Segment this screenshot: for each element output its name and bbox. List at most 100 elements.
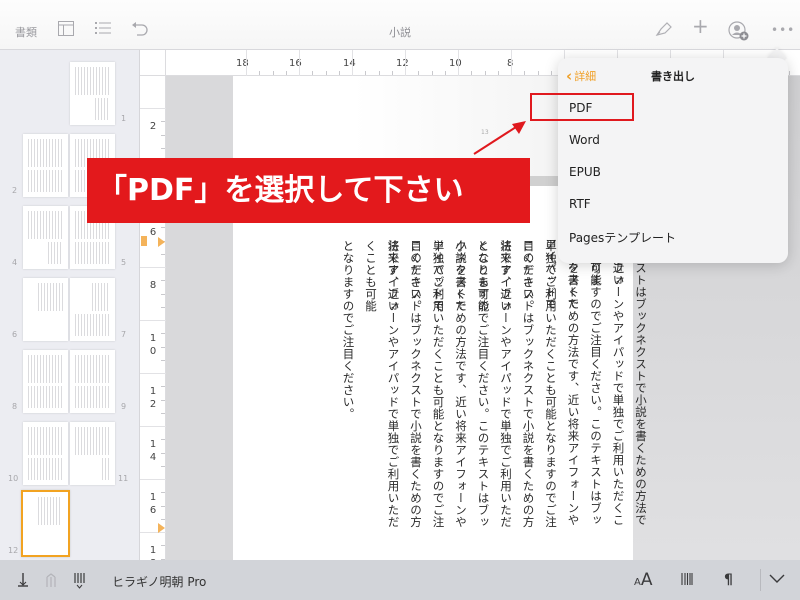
ruler-label: 14 xyxy=(343,58,356,69)
ruler-major-tick xyxy=(458,50,459,76)
document-title: 小説 xyxy=(389,26,411,39)
ruler-minor-tick xyxy=(161,121,165,123)
ruler-minor-tick xyxy=(161,147,165,149)
page-thumbnail-12-selected[interactable] xyxy=(21,490,70,557)
ruler-minor-tick xyxy=(378,71,380,75)
ruler-major-tick xyxy=(246,50,247,76)
bottom-toolbar: ヒラギノ明朝 Pro AA ¶ xyxy=(0,560,800,600)
text-column: となりますのでご注目ください。 xyxy=(341,240,356,420)
ruler-minor-tick xyxy=(312,71,314,75)
paragraph-icon[interactable]: ¶ xyxy=(724,572,733,588)
ruler-minor-tick xyxy=(365,71,367,75)
ruler-minor-tick xyxy=(161,545,165,547)
ruler-minor-tick xyxy=(161,505,165,507)
text-column: 将来アイフォーンやアイパッドで単独でご利用いただくことも可能 xyxy=(364,240,401,528)
ruler-minor-tick xyxy=(259,71,261,75)
page-thumbnail-1[interactable] xyxy=(70,62,115,125)
sidebar-icon[interactable] xyxy=(58,21,74,39)
text-direction-icon[interactable] xyxy=(73,572,85,594)
ruler-minor-tick xyxy=(550,71,552,75)
ruler-label: 12 xyxy=(396,58,409,69)
hide-keyboard-icon[interactable] xyxy=(769,572,785,588)
export-popover: ‹ 詳細 書き出し PDF Word EPUB RTF Pagesテンプレート xyxy=(558,58,788,263)
page-thumbnail-6[interactable] xyxy=(23,278,68,341)
page-number: 5 xyxy=(121,258,127,267)
ruler-minor-tick xyxy=(537,71,539,75)
margin-marker[interactable] xyxy=(141,236,147,246)
export-option-rtf[interactable]: RTF xyxy=(569,197,591,211)
ruler-minor-tick xyxy=(325,71,327,75)
ruler-major-tick xyxy=(140,373,166,374)
collaborate-icon[interactable] xyxy=(728,21,750,44)
ruler-minor-tick xyxy=(161,293,165,295)
vertical-ruler[interactable]: 2 4 6 8 10 12 14 16 18 xyxy=(140,76,166,573)
export-option-word[interactable]: Word xyxy=(569,133,600,147)
ruler-minor-tick xyxy=(161,412,165,414)
page-thumbnail-9[interactable] xyxy=(70,350,115,413)
page-number: 4 xyxy=(12,258,18,267)
ruler-minor-tick xyxy=(161,518,165,520)
ruler-minor-tick xyxy=(418,71,420,75)
vertical-lines-icon[interactable] xyxy=(681,572,693,590)
ruler-major-tick xyxy=(140,320,166,321)
undo-icon[interactable] xyxy=(131,21,148,39)
indent-marker[interactable] xyxy=(158,237,165,247)
ruler-minor-tick xyxy=(161,333,165,335)
page-thumbnail-10[interactable] xyxy=(23,422,68,485)
page-number: 6 xyxy=(12,330,18,339)
ruler-minor-tick xyxy=(161,452,165,454)
ruler-minor-tick xyxy=(161,465,165,467)
ruler-minor-tick xyxy=(161,386,165,388)
ruler-minor-tick xyxy=(161,439,165,441)
ruler-minor-tick xyxy=(471,71,473,75)
page-thumbnail-11[interactable] xyxy=(70,422,115,485)
page-header-bar xyxy=(528,176,558,186)
page-number: 7 xyxy=(121,330,127,339)
column-icon[interactable] xyxy=(45,572,57,592)
insert-icon[interactable] xyxy=(17,572,29,592)
documents-button[interactable]: 書類 xyxy=(15,24,37,40)
ruler-major-tick xyxy=(140,426,166,427)
list-icon[interactable] xyxy=(95,21,111,38)
ruler-minor-tick xyxy=(161,227,165,229)
export-option-pages-template[interactable]: Pagesテンプレート xyxy=(569,229,676,246)
ruler-major-tick xyxy=(352,50,353,76)
font-size-icon[interactable]: AA xyxy=(634,570,652,590)
format-brush-icon[interactable] xyxy=(655,21,673,40)
page-thumbnail-sidebar[interactable]: 1 2 3 4 5 6 7 8 9 10 11 12 xyxy=(0,50,140,560)
ruler-minor-tick xyxy=(272,71,274,75)
page-number: 8 xyxy=(12,402,18,411)
page-thumbnail-7[interactable] xyxy=(70,278,115,341)
ruler-major-tick xyxy=(405,50,406,76)
page-thumbnail-8[interactable] xyxy=(23,350,68,413)
ruler-minor-tick xyxy=(444,71,446,75)
ruler-major-tick xyxy=(140,108,166,109)
ruler-label: 10 xyxy=(149,333,157,357)
ruler-minor-tick xyxy=(338,71,340,75)
page-number: 9 xyxy=(121,402,127,411)
page-thumbnail-2[interactable] xyxy=(23,134,68,197)
ruler-major-tick xyxy=(140,479,166,480)
ruler-minor-tick xyxy=(161,280,165,282)
export-option-epub[interactable]: EPUB xyxy=(569,165,601,179)
ruler-minor-tick xyxy=(161,346,165,348)
ruler-minor-tick xyxy=(161,306,165,308)
toolbar-divider xyxy=(760,569,761,591)
ruler-minor-tick xyxy=(161,134,165,136)
ruler-minor-tick xyxy=(161,253,165,255)
more-icon[interactable]: ••• xyxy=(771,22,795,38)
page-number: 10 xyxy=(8,474,19,483)
page-number: 12 xyxy=(8,546,19,555)
ruler-minor-tick xyxy=(524,71,526,75)
ruler-minor-tick xyxy=(161,399,165,401)
add-icon[interactable]: + xyxy=(692,16,709,36)
ruler-minor-tick xyxy=(285,71,287,75)
indent-marker[interactable] xyxy=(158,523,165,533)
page-thumbnail-4[interactable] xyxy=(23,206,68,269)
popover-title: 書き出し xyxy=(651,70,695,83)
annotation-arrow-icon xyxy=(473,121,526,155)
ruler-label: 16 xyxy=(149,492,157,516)
ruler-minor-tick xyxy=(161,492,165,494)
font-name-button[interactable]: ヒラギノ明朝 Pro xyxy=(112,573,206,590)
page-number: 2 xyxy=(12,186,18,195)
